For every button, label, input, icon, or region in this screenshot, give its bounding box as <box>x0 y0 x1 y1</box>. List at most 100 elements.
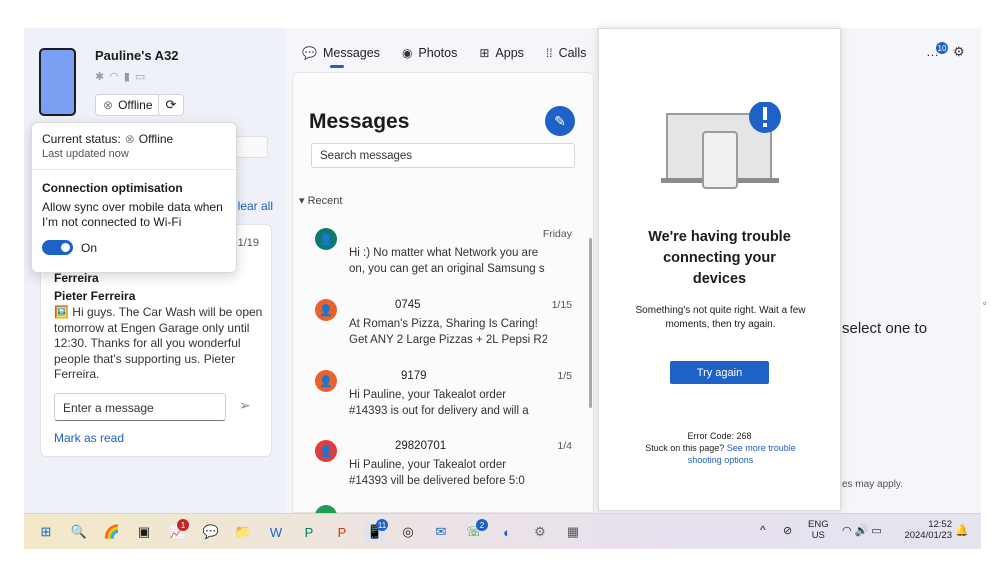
language-indicator[interactable]: ENG US <box>808 519 829 541</box>
offline-icon: ⊗ <box>124 132 135 146</box>
list-item[interactable] <box>315 505 575 513</box>
signal-icon: ▮ <box>123 71 135 83</box>
photos-app-icon[interactable]: ▦ <box>563 522 583 542</box>
current-status: Current status: ⊗ Offline <box>42 132 173 146</box>
taskbar: ⊞ 🔍 🌈 ▣ 📈 1 💬 📁 W P P 📱 11 ◎ ✉ ☏ 2 ◐ ⚙ ▦… <box>24 513 981 549</box>
compose-icon: ✎ <box>554 112 566 129</box>
preview-line: At Roman's Pizza, Sharing Is Caring! <box>349 318 538 330</box>
offline-label: Offline <box>118 98 153 112</box>
right-pane-footer: es may apply. <box>842 479 903 490</box>
bluetooth-icon: ✱ <box>95 71 110 83</box>
outlook-icon[interactable]: ✉ <box>431 522 451 542</box>
offline-icon: ⊗ <box>103 98 114 112</box>
tab-label: Messages <box>322 46 380 60</box>
contact-avatar-icon: 👤 <box>315 370 337 392</box>
chrome-icon[interactable]: ◎ <box>398 522 418 542</box>
wifi-icon: ◠ <box>109 71 124 83</box>
bell-icon[interactable]: 🔔 <box>955 524 969 537</box>
preview-line: #14393 is out for delivery and will a <box>349 405 529 417</box>
clock-date: 2024/01/23 <box>904 530 952 541</box>
tab-label: Apps <box>495 46 524 60</box>
message-preview: Hi :) No matter what Network you are on, … <box>349 245 547 277</box>
word-icon[interactable]: W <box>266 522 286 542</box>
network-alert-icon[interactable]: ⊘ <box>783 524 792 537</box>
preview-line: #14393 vill be delivered before 5:0 <box>349 475 525 487</box>
connection-optimisation-title: Connection optimisation <box>42 181 183 195</box>
search-icon[interactable]: 🔍 <box>69 522 89 542</box>
project-icon[interactable]: P <box>299 522 319 542</box>
region-label: US <box>811 530 825 541</box>
messages-pane: Messages ✎ Search messages ▾ Recent 👤 Fr… <box>292 72 594 513</box>
connection-error-panel: We're having trouble connecting your dev… <box>598 28 841 511</box>
laptop-phone-error-icon <box>661 102 781 189</box>
mobile-data-toggle[interactable] <box>42 240 73 255</box>
settings-gear-icon[interactable]: ⚙ <box>530 522 550 542</box>
preview-line: Hi Pauline, your Takealot order <box>349 459 507 471</box>
powerpoint-icon[interactable]: P <box>332 522 352 542</box>
notification-sender: Ferreira <box>54 271 99 285</box>
status-flyout: Current status: ⊗ Offline Last updated now… <box>31 122 237 273</box>
teams-icon[interactable]: 💬 <box>201 522 221 542</box>
terminal-icon[interactable]: ▣ <box>134 522 154 542</box>
list-item[interactable]: 👤 0745 1/15 At Roman's Pizza, Sharing Is… <box>315 299 575 359</box>
preview-line: Get ANY 2 Large Pizzas + 2L Pepsi R20 <box>349 334 547 346</box>
device-sidebar: Pauline's A32 ✱◠▮▭ ⊗ Offline ⟳ Clear all… <box>24 28 286 513</box>
notifications-badge: 10 <box>936 42 948 54</box>
windows-start-icon[interactable]: ⊞ <box>36 522 56 542</box>
whatsapp-badge: 2 <box>476 519 488 531</box>
tab-calls[interactable]: ⁞⁞ Calls <box>546 46 586 60</box>
search-messages-input[interactable]: Search messages <box>311 143 575 168</box>
preview-line: Hi Pauline, your Takealot order <box>349 389 507 401</box>
gear-icon[interactable]: ⚙ <box>953 44 965 60</box>
language-label: ENG <box>808 519 829 530</box>
battery-icon: ▭ <box>134 71 151 83</box>
stocks-badge: 1 <box>177 519 189 531</box>
contact-avatar-icon: 👤 <box>315 228 337 250</box>
message-preview: At Roman's Pizza, Sharing Is Caring! Get … <box>349 316 547 348</box>
tab-apps[interactable]: ⊞ Apps <box>479 46 524 60</box>
messages-title: Messages <box>309 110 410 133</box>
copilot-icon[interactable]: 🌈 <box>102 522 122 542</box>
recent-section-header[interactable]: ▾ Recent <box>299 194 342 207</box>
device-name: Pauline's A32 <box>95 48 179 63</box>
compose-button[interactable]: ✎ <box>545 106 575 136</box>
wifi-icon[interactable]: ◠ 🔊 ▭ <box>842 524 882 537</box>
list-item[interactable]: 👤 Friday Hi :) No matter what Network yo… <box>315 228 575 288</box>
try-again-button[interactable]: Try again <box>670 361 769 384</box>
tab-photos[interactable]: ◉ Photos <box>402 46 457 60</box>
recent-label: Recent <box>307 195 343 207</box>
edge-icon[interactable]: ◐ <box>497 522 517 542</box>
offline-status-button[interactable]: ⊗ Offline <box>95 94 161 116</box>
contact-name: 29820701 <box>395 440 447 452</box>
chat-bubble-icon: 💬 <box>302 46 317 60</box>
message-preview: Hi Pauline, your Takealot order #14393 vi… <box>349 457 547 489</box>
error-heading: We're having trouble connecting your dev… <box>648 229 791 287</box>
notification-sender-name: Pieter Ferreira <box>54 289 136 303</box>
preview-line: on, you can get an original Samsung s <box>349 263 545 275</box>
stuck-help: Stuck on this page? See more trouble sho… <box>629 442 812 466</box>
file-explorer-icon[interactable]: 📁 <box>233 522 253 542</box>
mark-as-read-link[interactable]: Mark as read <box>54 431 124 445</box>
tab-label: Photos <box>418 46 458 60</box>
contact-avatar-icon: 👤 <box>315 299 337 321</box>
contact-name: 9179 <box>401 370 427 382</box>
status-value: Offline <box>138 132 174 146</box>
dialpad-icon: ⁞⁞ <box>545 46 553 60</box>
error-subtext: Something's not quite right. Wait a few … <box>635 305 806 330</box>
scrollbar[interactable] <box>589 238 592 408</box>
tab-bar: 💬 Messages ◉ Photos ⊞ Apps ⁞⁞ Calls <box>302 46 586 60</box>
send-icon[interactable]: ➢ <box>239 397 251 414</box>
clock[interactable]: 12:52 2024/01/23 <box>900 519 952 541</box>
toggle-state-label: On <box>81 241 98 255</box>
tab-messages[interactable]: 💬 Messages <box>302 46 380 60</box>
chevron-up-icon[interactable]: ^ <box>760 523 766 537</box>
apps-icon: ⊞ <box>479 46 490 60</box>
contact-avatar-icon: 👤 <box>315 440 337 462</box>
list-item[interactable]: 👤 9179 1/5 Hi Pauline, your Takealot ord… <box>315 370 575 430</box>
device-status-icons: ✱◠▮▭ <box>95 70 150 83</box>
list-item[interactable]: 👤 29820701 1/4 Hi Pauline, your Takealot… <box>315 440 575 500</box>
reply-input[interactable]: Enter a message <box>54 393 226 421</box>
phone-link-badge: 11 <box>376 519 388 531</box>
refresh-button[interactable]: ⟳ <box>158 94 184 116</box>
divider <box>32 169 236 170</box>
